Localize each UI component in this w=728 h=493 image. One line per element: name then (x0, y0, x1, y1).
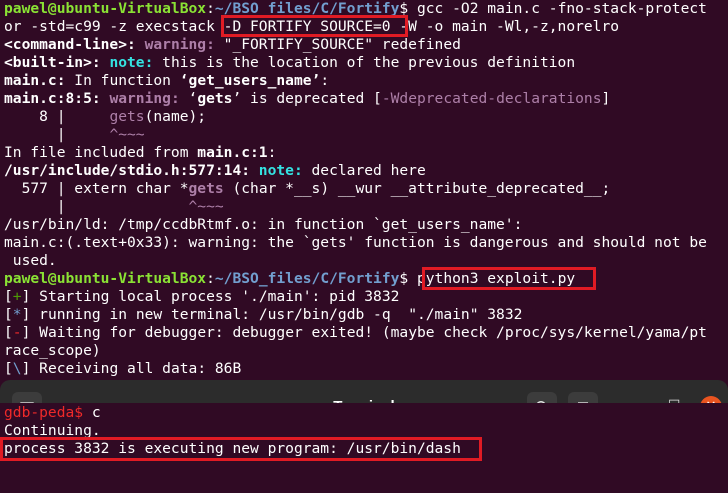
gdb-prompt: gdb-peda$ (4, 404, 84, 421)
function-name: gets (197, 90, 233, 107)
message-text: ‘ (179, 90, 198, 107)
function-name: ‘get_users_name’ (179, 72, 321, 89)
terminal-line: <built-in>: note: this is the location o… (4, 54, 575, 72)
highlight-box-fortify (221, 15, 408, 37)
terminal-line: main.c: In function ‘get_users_name’: (4, 72, 329, 90)
prompt-path: ~/BSO_files/C/Fortify (214, 270, 400, 287)
message-text: : (267, 144, 277, 161)
terminal-line: used. (4, 252, 57, 269)
message-text: Receiving all data: 86B (30, 360, 242, 377)
status-bracket-open: [ (4, 288, 13, 305)
terminal-line: [\] Receiving all data: 86B (4, 360, 241, 378)
source-text: (name); (144, 108, 207, 125)
warning-label: warning: (100, 90, 180, 107)
terminal-line: main.c:8:5: warning: ‘gets’ is deprecate… (4, 90, 610, 108)
terminal-line: gdb-peda$ c (4, 404, 101, 422)
command-text: gcc -O2 main.c -fno-stack-protect (408, 0, 707, 17)
prompt-colon: : (206, 0, 215, 17)
terminal-line: <command-line>: warning: "_FORTIFY_SOURC… (4, 36, 461, 54)
source-gutter: 8 | (4, 108, 110, 125)
note-label: note: (250, 162, 303, 179)
location-text: <built-in>: (4, 54, 101, 71)
source-gutter: | (4, 198, 189, 215)
terminal-line: | ^~~~ (4, 198, 224, 216)
prompt-user: pawel@ubuntu-VirtualBox (4, 0, 207, 17)
message-text: ’ is deprecated [ (232, 90, 382, 107)
status-bracket-open: [ (4, 306, 13, 323)
command-text: or -std=c99 -z execstack (4, 18, 224, 35)
location-text: main.c:8:5: (4, 90, 101, 107)
caret-marker: ^~~~ (109, 126, 145, 143)
caret-marker: ^~~~ (188, 198, 224, 215)
status-symbol: \ (12, 360, 22, 377)
command-text: c (83, 404, 101, 421)
terminal-line: [-] Waiting for debugger: debugger exite… (4, 324, 707, 342)
status-bracket-open: [ (4, 360, 13, 377)
terminal-line: /usr/include/stdio.h:577:14: note: decla… (4, 162, 426, 180)
status-symbol: - (12, 324, 22, 341)
highlighted-token: gets (188, 180, 224, 197)
highlight-box-process (0, 437, 482, 461)
message-text: In function (65, 72, 180, 89)
terminal-line: [*] running in new terminal: /usr/bin/gd… (4, 306, 522, 324)
source-gutter: | (4, 126, 110, 143)
terminal-line: 8 | gets(name); (4, 108, 206, 126)
highlight-box-exploit (422, 267, 596, 290)
warning-flag: -Wdeprecated-declarations (381, 90, 602, 107)
terminal-line: main.c:(.text+0x33): warning: the `gets'… (4, 234, 707, 251)
command-text: -W -o main -Wl,-z,norelro (390, 18, 620, 35)
terminal-line: | ^~~~ (4, 126, 145, 144)
status-symbol: + (12, 288, 22, 305)
bottom-terminal-output[interactable]: gdb-peda$ c Continuing. process 3832 is … (0, 403, 728, 493)
terminal-line: race_scope) (4, 342, 101, 359)
message-text: this is the location of the previous def… (153, 54, 576, 71)
message-text: Waiting for debugger: debugger exited! (… (30, 324, 707, 341)
prompt-dollar: $ (399, 270, 417, 287)
terminal-line: In file included from main.c:1: (4, 144, 276, 162)
location-text: <command-line>: (4, 36, 136, 53)
source-gutter: 577 | extern char * (4, 180, 189, 197)
message-text: declared here (302, 162, 426, 179)
message-text: running in new terminal: /usr/bin/gdb -q… (30, 306, 523, 323)
prompt-colon: : (206, 270, 215, 287)
note-label: note: (100, 54, 154, 71)
message-text: "_FORTIFY_SOURCE" redefined (214, 36, 461, 53)
location-text: main.c:1 (197, 144, 268, 161)
message-text: ] (601, 90, 611, 107)
location-text: /usr/include/stdio.h:577:14: (4, 162, 251, 179)
prompt-user: pawel@ubuntu-VirtualBox (4, 270, 207, 287)
message-text: Starting local process './main': pid 383… (30, 288, 400, 305)
warning-label: warning: (135, 36, 215, 53)
message-text: : (320, 72, 330, 89)
status-symbol: * (12, 306, 22, 323)
highlighted-token: gets (109, 108, 145, 125)
location-text: main.c: (4, 72, 66, 89)
message-text: In file included from (4, 144, 198, 161)
source-text: (char *__s) __wur __attribute_deprecated… (223, 180, 611, 197)
terminal-line: /usr/bin/ld: /tmp/ccdbRtmf.o: in functio… (4, 216, 523, 233)
status-bracket-open: [ (4, 324, 13, 341)
terminal-line: 577 | extern char *gets (char *__s) __wu… (4, 180, 611, 198)
terminal-line: [+] Starting local process './main': pid… (4, 288, 399, 306)
top-terminal-output[interactable]: pawel@ubuntu-VirtualBox:~/BSO_files/C/Fo… (0, 0, 728, 380)
